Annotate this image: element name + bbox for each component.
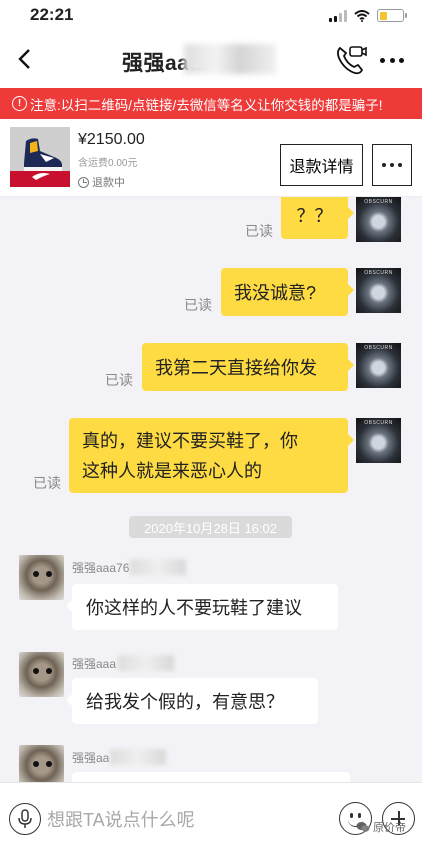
- message-input[interactable]: [47, 806, 327, 834]
- wechat-logo-icon: [356, 822, 370, 832]
- more-menu-button[interactable]: [378, 54, 406, 66]
- back-arrow-icon: [18, 49, 30, 69]
- microphone-icon: [18, 809, 32, 828]
- call-button[interactable]: [334, 44, 368, 76]
- sender-name: 强强aaa: [72, 657, 117, 671]
- status-icons: [329, 9, 407, 22]
- name-redaction: [118, 655, 174, 671]
- timestamp-divider: 2020年10月28日 16:02: [129, 516, 292, 538]
- my-avatar[interactable]: OBSCURN: [356, 343, 401, 388]
- message-line: 这种人就是来恶心人的: [82, 460, 262, 481]
- contact-avatar[interactable]: [19, 745, 64, 782]
- more-dot-icon: [380, 57, 385, 63]
- message-bubble-incoming[interactable]: [72, 772, 350, 782]
- battery-icon: [377, 9, 407, 22]
- wifi-icon: [354, 9, 370, 22]
- read-receipt: 已读: [105, 372, 133, 388]
- my-avatar[interactable]: OBSCURN: [356, 268, 401, 313]
- message-input-bar: 原价帝: [0, 782, 422, 851]
- watermark-text: 原价帝: [373, 822, 406, 834]
- refund-details-button[interactable]: 退款详情: [280, 144, 363, 186]
- product-thumbnail[interactable]: [10, 127, 70, 187]
- alert-icon: !: [12, 96, 27, 111]
- read-receipt: 已读: [184, 297, 212, 313]
- message-bubble-outgoing[interactable]: 我第二天直接给你发: [142, 343, 354, 391]
- name-redaction: [130, 559, 186, 575]
- watermark: 原价帝: [356, 819, 406, 835]
- message-bubble-outgoing[interactable]: 真的，建议不要买鞋了，你 这种人就是来恶心人的: [69, 418, 354, 493]
- product-price: ¥2150.00: [78, 131, 145, 148]
- message-bubble-outgoing[interactable]: 我没诚意?: [221, 268, 354, 316]
- my-avatar[interactable]: OBSCURN: [356, 197, 401, 242]
- message-bubble-incoming[interactable]: 给我发个假的，有意思？: [66, 678, 318, 724]
- voice-button[interactable]: [9, 803, 41, 835]
- phone-icon: [337, 46, 367, 75]
- name-redaction: [110, 749, 166, 765]
- read-receipt: 已读: [33, 475, 61, 491]
- message-bubble-incoming[interactable]: 你这样的人不要玩鞋了建议: [66, 584, 338, 630]
- product-more-button[interactable]: [372, 144, 412, 186]
- back-button[interactable]: [10, 44, 38, 74]
- my-avatar[interactable]: OBSCURN: [356, 418, 401, 463]
- status-bar: 22:21: [0, 0, 422, 30]
- refund-status: 退款中: [78, 174, 125, 190]
- message-bubble-outgoing[interactable]: ？？: [281, 197, 354, 239]
- read-receipt: 已读: [245, 223, 273, 239]
- product-card: ¥2150.00 含运费0.00元 退款中 退款详情: [0, 119, 422, 197]
- refund-status-text: 退款中: [92, 177, 125, 189]
- sender-name: 强强aaa76: [72, 561, 130, 575]
- message-line: 真的，建议不要买鞋了，你: [82, 430, 298, 451]
- fraud-warning-banner: ! 注意:以扫二维码/点链接/去微信等名义让你交钱的都是骗子!: [0, 88, 422, 119]
- more-dot-icon: [382, 163, 386, 167]
- sender-name: 强强aa: [72, 751, 110, 765]
- title-redaction: [184, 44, 276, 74]
- warning-text: 注意:以扫二维码/点链接/去微信等名义让你交钱的都是骗子!: [30, 97, 383, 113]
- clock-icon: [78, 176, 89, 188]
- nav-bar: 强强aaa: [0, 30, 422, 88]
- status-time: 22:21: [30, 5, 74, 24]
- sneaker-image: [10, 127, 70, 187]
- contact-avatar[interactable]: [19, 555, 64, 600]
- contact-avatar[interactable]: [19, 652, 64, 697]
- chat-area[interactable]: 已读 ？？ OBSCURN 已读 我没诚意? OBSCURN 已读 我第二天直接…: [0, 197, 422, 782]
- product-shipping: 含运费0.00元: [78, 158, 138, 169]
- signal-icon: [329, 9, 347, 22]
